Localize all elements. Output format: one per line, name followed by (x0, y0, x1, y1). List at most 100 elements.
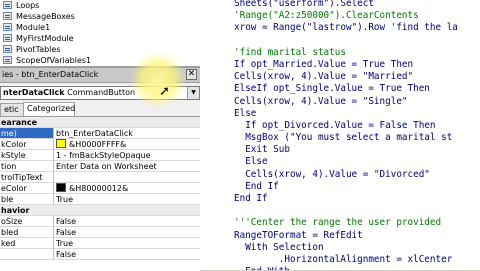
code-line[interactable]: Sheets("userform").Select (200, 0, 480, 10)
property-value-text: False (56, 250, 77, 259)
property-value: False (56, 227, 200, 237)
property-row[interactable]: kColor &H0000FFFF& (0, 139, 200, 150)
module-icon (3, 12, 12, 20)
color-swatch (56, 183, 66, 192)
property-value: False (56, 216, 200, 226)
property-name: kColor (0, 139, 54, 149)
close-icon[interactable]: ✕ (186, 69, 197, 80)
property-category[interactable]: havior (0, 205, 200, 216)
property-value: btn_EnterDataClick (56, 128, 200, 138)
tree-item-label: Loops (16, 1, 40, 10)
code-line[interactable]: Cells(xrow, 4).Value = "Married" (200, 71, 480, 83)
module-icon (3, 23, 12, 31)
code-line[interactable]: 'Range("A2:z50000").ClearContents (200, 10, 480, 22)
tree-item-label: Module1 (16, 23, 51, 32)
properties-title-bar: ies - btn_EnterDataClick ✕ (0, 67, 200, 83)
property-value: &H80000012& (56, 183, 200, 193)
code-line[interactable]: Exit Sub (200, 144, 480, 156)
module-icon (3, 56, 12, 64)
property-value: &H0000FFFF& (56, 139, 200, 149)
code-line[interactable]: If opt_Divorced.Value = False Then (200, 120, 480, 132)
module-icon (3, 45, 12, 53)
color-swatch (56, 139, 66, 148)
code-line[interactable]: With Selection (200, 242, 480, 254)
property-row[interactable]: False (0, 249, 200, 260)
property-category[interactable]: earance (0, 117, 200, 128)
property-name (0, 249, 54, 259)
code-line[interactable]: End If (200, 181, 480, 193)
code-line[interactable]: ElseIf opt_Single.Value = True Then (200, 83, 480, 95)
property-name: ble (0, 194, 54, 204)
tree-item[interactable]: ScopeOfVariables1 (0, 55, 200, 66)
property-name: me) (0, 128, 54, 138)
property-name: tion (0, 161, 54, 171)
property-name: trolTipText (0, 172, 54, 182)
code-line[interactable]: MsgBox ("You must select a marital st (200, 132, 480, 144)
tree-item[interactable]: PivotTables (0, 44, 200, 55)
module-icon (3, 1, 12, 9)
property-value (56, 205, 200, 215)
property-row[interactable]: trolTipText (0, 172, 200, 183)
property-value-text: 1 - fmBackStyleOpaque (56, 151, 151, 160)
property-row[interactable]: tion Enter Data on Worksheet (0, 161, 200, 172)
property-value (56, 117, 200, 127)
code-line[interactable]: End If (200, 193, 480, 205)
property-name: kStyle (0, 150, 54, 160)
property-row[interactable]: ble True (0, 194, 200, 205)
property-value-text: &H80000012& (69, 184, 129, 193)
code-line[interactable] (200, 205, 480, 217)
property-value: True (56, 238, 200, 248)
code-line[interactable] (200, 35, 480, 47)
code-line[interactable]: Cells(xrow, 4).Value = "Divorced" (200, 169, 480, 181)
property-value (56, 172, 200, 182)
tree-item-label: ScopeOfVariables1 (16, 56, 92, 65)
property-name: oSize (0, 216, 54, 226)
property-row[interactable]: me) btn_EnterDataClick (0, 128, 200, 139)
tab-categorized[interactable]: Categorized (23, 102, 75, 116)
property-value-text: False (56, 228, 77, 237)
tree-item[interactable]: Loops (0, 0, 200, 11)
property-value: 1 - fmBackStyleOpaque (56, 150, 200, 160)
code-editor[interactable]: Sheets("userform").Select 'Range("A2:z500… (200, 0, 480, 270)
code-line[interactable]: If opt_Married.Value = True Then (200, 59, 480, 71)
code-line[interactable]: 'find marital status (200, 47, 480, 59)
property-name: eColor (0, 183, 54, 193)
code-line[interactable]: .HorizontalAlignment = xlCenter (200, 254, 480, 266)
property-row[interactable]: eColor &H80000012& (0, 183, 200, 194)
property-row[interactable]: kStyle 1 - fmBackStyleOpaque (0, 150, 200, 161)
property-value-text: btn_EnterDataClick (56, 129, 133, 138)
code-line[interactable]: xrow = Range("lastrow").Row 'find the la (200, 22, 480, 34)
property-value: False (56, 249, 200, 259)
module-icon (3, 34, 12, 42)
property-value: Enter Data on Worksheet (56, 161, 200, 171)
tree-item[interactable]: MessageBoxes (0, 11, 200, 22)
properties-title: ies - btn_EnterDataClick (2, 70, 99, 79)
property-value-text: True (56, 239, 73, 248)
tree-item[interactable]: MyFirstModule (0, 33, 200, 44)
property-value-text: True (56, 195, 73, 204)
mouse-pointer-icon: ➚ (159, 84, 170, 99)
project-tree: Loops MessageBoxes Module1 MyFirstModule Piv… (0, 0, 200, 67)
code-line[interactable]: Else (200, 108, 480, 120)
code-line[interactable]: Else (200, 156, 480, 168)
property-value-text: &H0000FFFF& (69, 140, 127, 149)
property-value-text: Enter Data on Worksheet (56, 162, 157, 171)
code-line[interactable]: End With (200, 266, 480, 270)
properties-grid: earance me) btn_EnterDataClick kColor &H0000… (0, 116, 200, 271)
code-line[interactable]: Cells(xrow, 4).Value = "Single" (200, 96, 480, 108)
property-row[interactable]: bled False (0, 227, 200, 238)
tab-alphabetic[interactable]: etic (0, 103, 24, 116)
code-window[interactable]: Sheets("userform").Select 'Range("A2:z500… (200, 0, 480, 270)
property-value: True (56, 194, 200, 204)
object-selector[interactable]: nterDataClick CommandButton ▼ (0, 86, 200, 100)
tree-item-label: PivotTables (16, 45, 61, 54)
tree-item[interactable]: Module1 (0, 22, 200, 33)
code-line[interactable]: RangeTOFormat = RefEdit (200, 230, 480, 242)
object-name: nterDataClick (3, 88, 65, 97)
property-row[interactable]: oSize False (0, 216, 200, 227)
code-line[interactable]: '''Center the range the user provided (200, 217, 480, 229)
tree-item-label: MessageBoxes (16, 12, 75, 21)
property-row[interactable]: ked True (0, 238, 200, 249)
chevron-down-icon[interactable]: ▼ (187, 87, 199, 99)
tree-item-label: MyFirstModule (16, 34, 74, 43)
